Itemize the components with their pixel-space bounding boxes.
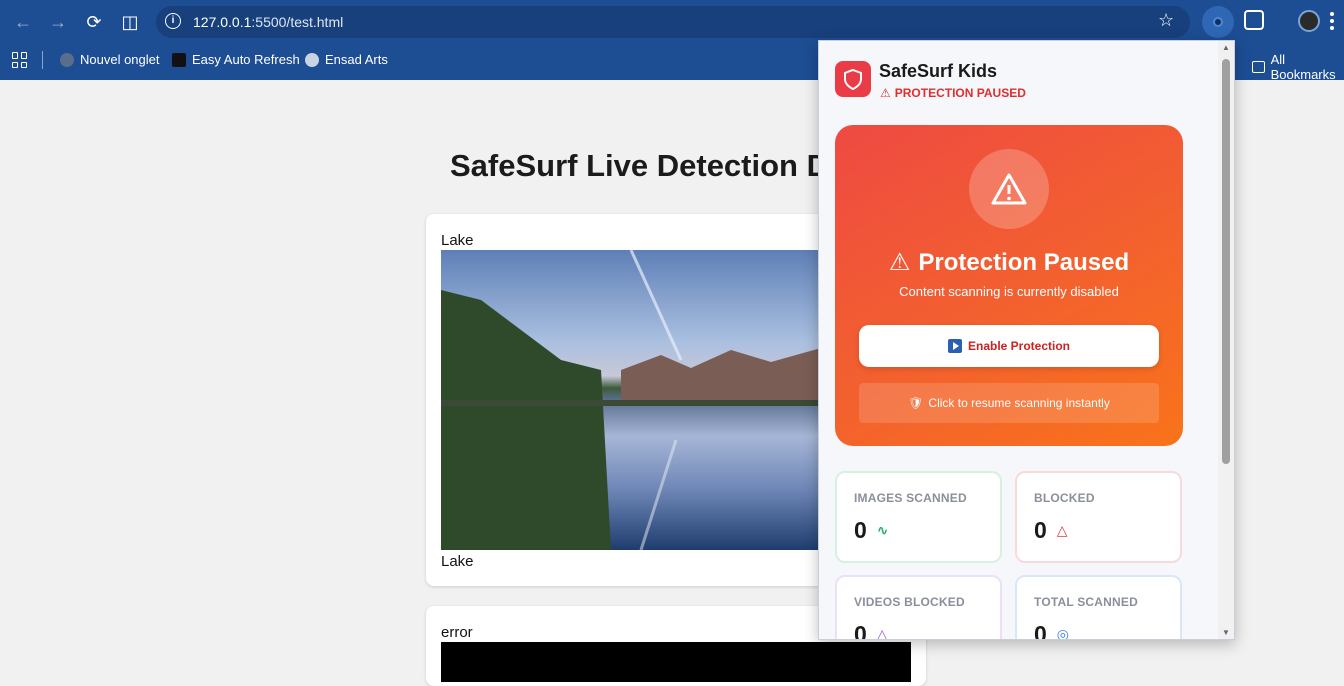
extensions-puzzle-icon[interactable] — [1244, 10, 1264, 30]
paused-hero-card: ⚠ Protection Paused Content scanning is … — [835, 125, 1183, 446]
extension-popup: SafeSurf Kids ⚠ PROTECTION PAUSED ⚠ Prot… — [818, 40, 1235, 640]
stat-blocked: BLOCKED 0 △ — [1015, 471, 1182, 563]
url-text[interactable]: 127.0.0.1:5500/test.html — [193, 14, 343, 30]
shield-logo-icon — [835, 61, 871, 97]
card-caption-bottom: Lake — [441, 553, 474, 570]
warning-icon: ⚠ — [888, 249, 911, 276]
apps-grid-icon[interactable] — [12, 52, 28, 68]
bookmark-nouvel-onglet[interactable]: Nouvel onglet — [60, 52, 160, 67]
profile-avatar[interactable] — [1298, 10, 1320, 32]
alert-circle — [969, 149, 1049, 229]
hero-title: ⚠ Protection Paused — [888, 248, 1130, 277]
bookmark-ensad-arts[interactable]: Ensad Arts — [305, 52, 388, 67]
browser-toolbar: ← → ⟳ ◫ i 127.0.0.1:5500/test.html ☆ — [0, 0, 1344, 44]
all-bookmarks[interactable]: All Bookmarks — [1252, 52, 1344, 82]
globe-icon — [60, 52, 74, 67]
refresh-logo-icon — [172, 52, 186, 67]
resume-hint: 🛡 Click to resume scanning instantly — [859, 383, 1159, 423]
brand-title: SafeSurf Kids — [879, 61, 998, 81]
ensad-logo-icon — [305, 52, 319, 67]
broken-image — [441, 642, 911, 682]
browser-menu-icon[interactable] — [1330, 12, 1334, 30]
bookmark-star-icon[interactable]: ☆ — [1158, 10, 1174, 31]
split-view-icon[interactable]: ◫ — [119, 11, 141, 33]
folder-icon — [1252, 61, 1265, 73]
warning-icon: ⚠ — [880, 86, 891, 100]
scroll-down-icon[interactable]: ▼ — [1222, 628, 1230, 637]
stat-videos-blocked: VIDEOS BLOCKED 0 △ — [835, 575, 1002, 640]
bookmark-easy-auto-refresh[interactable]: Easy Auto Refresh — [172, 52, 300, 67]
back-icon[interactable]: ← — [12, 11, 34, 33]
alert-triangle-icon: △ — [1056, 522, 1068, 538]
reload-icon[interactable]: ⟳ — [83, 11, 105, 33]
protection-status-badge: ⚠ PROTECTION PAUSED — [880, 86, 1026, 100]
play-icon — [947, 339, 962, 353]
bookmarks-divider — [42, 51, 43, 69]
stat-total-scanned: TOTAL SCANNED 0 ◎ — [1015, 575, 1182, 640]
card-caption-error: error — [441, 624, 473, 641]
shield-icon: 🛡 — [908, 396, 924, 410]
enable-protection-button[interactable]: Enable Protection — [859, 325, 1159, 367]
check-circle-icon: ◎ — [1056, 626, 1070, 640]
scroll-up-icon[interactable]: ▲ — [1222, 43, 1230, 52]
scrollbar-thumb[interactable] — [1222, 59, 1230, 464]
card-caption-top: Lake — [441, 232, 474, 249]
alert-triangle-icon: △ — [876, 626, 888, 640]
safesurf-extension-icon[interactable] — [1202, 6, 1234, 38]
stat-images-scanned: IMAGES SCANNED 0 ∿ — [835, 471, 1002, 563]
forward-icon[interactable]: → — [47, 11, 69, 33]
activity-icon: ∿ — [876, 522, 889, 538]
site-info-icon[interactable]: i — [165, 13, 181, 29]
hero-subtitle: Content scanning is currently disabled — [899, 284, 1119, 299]
